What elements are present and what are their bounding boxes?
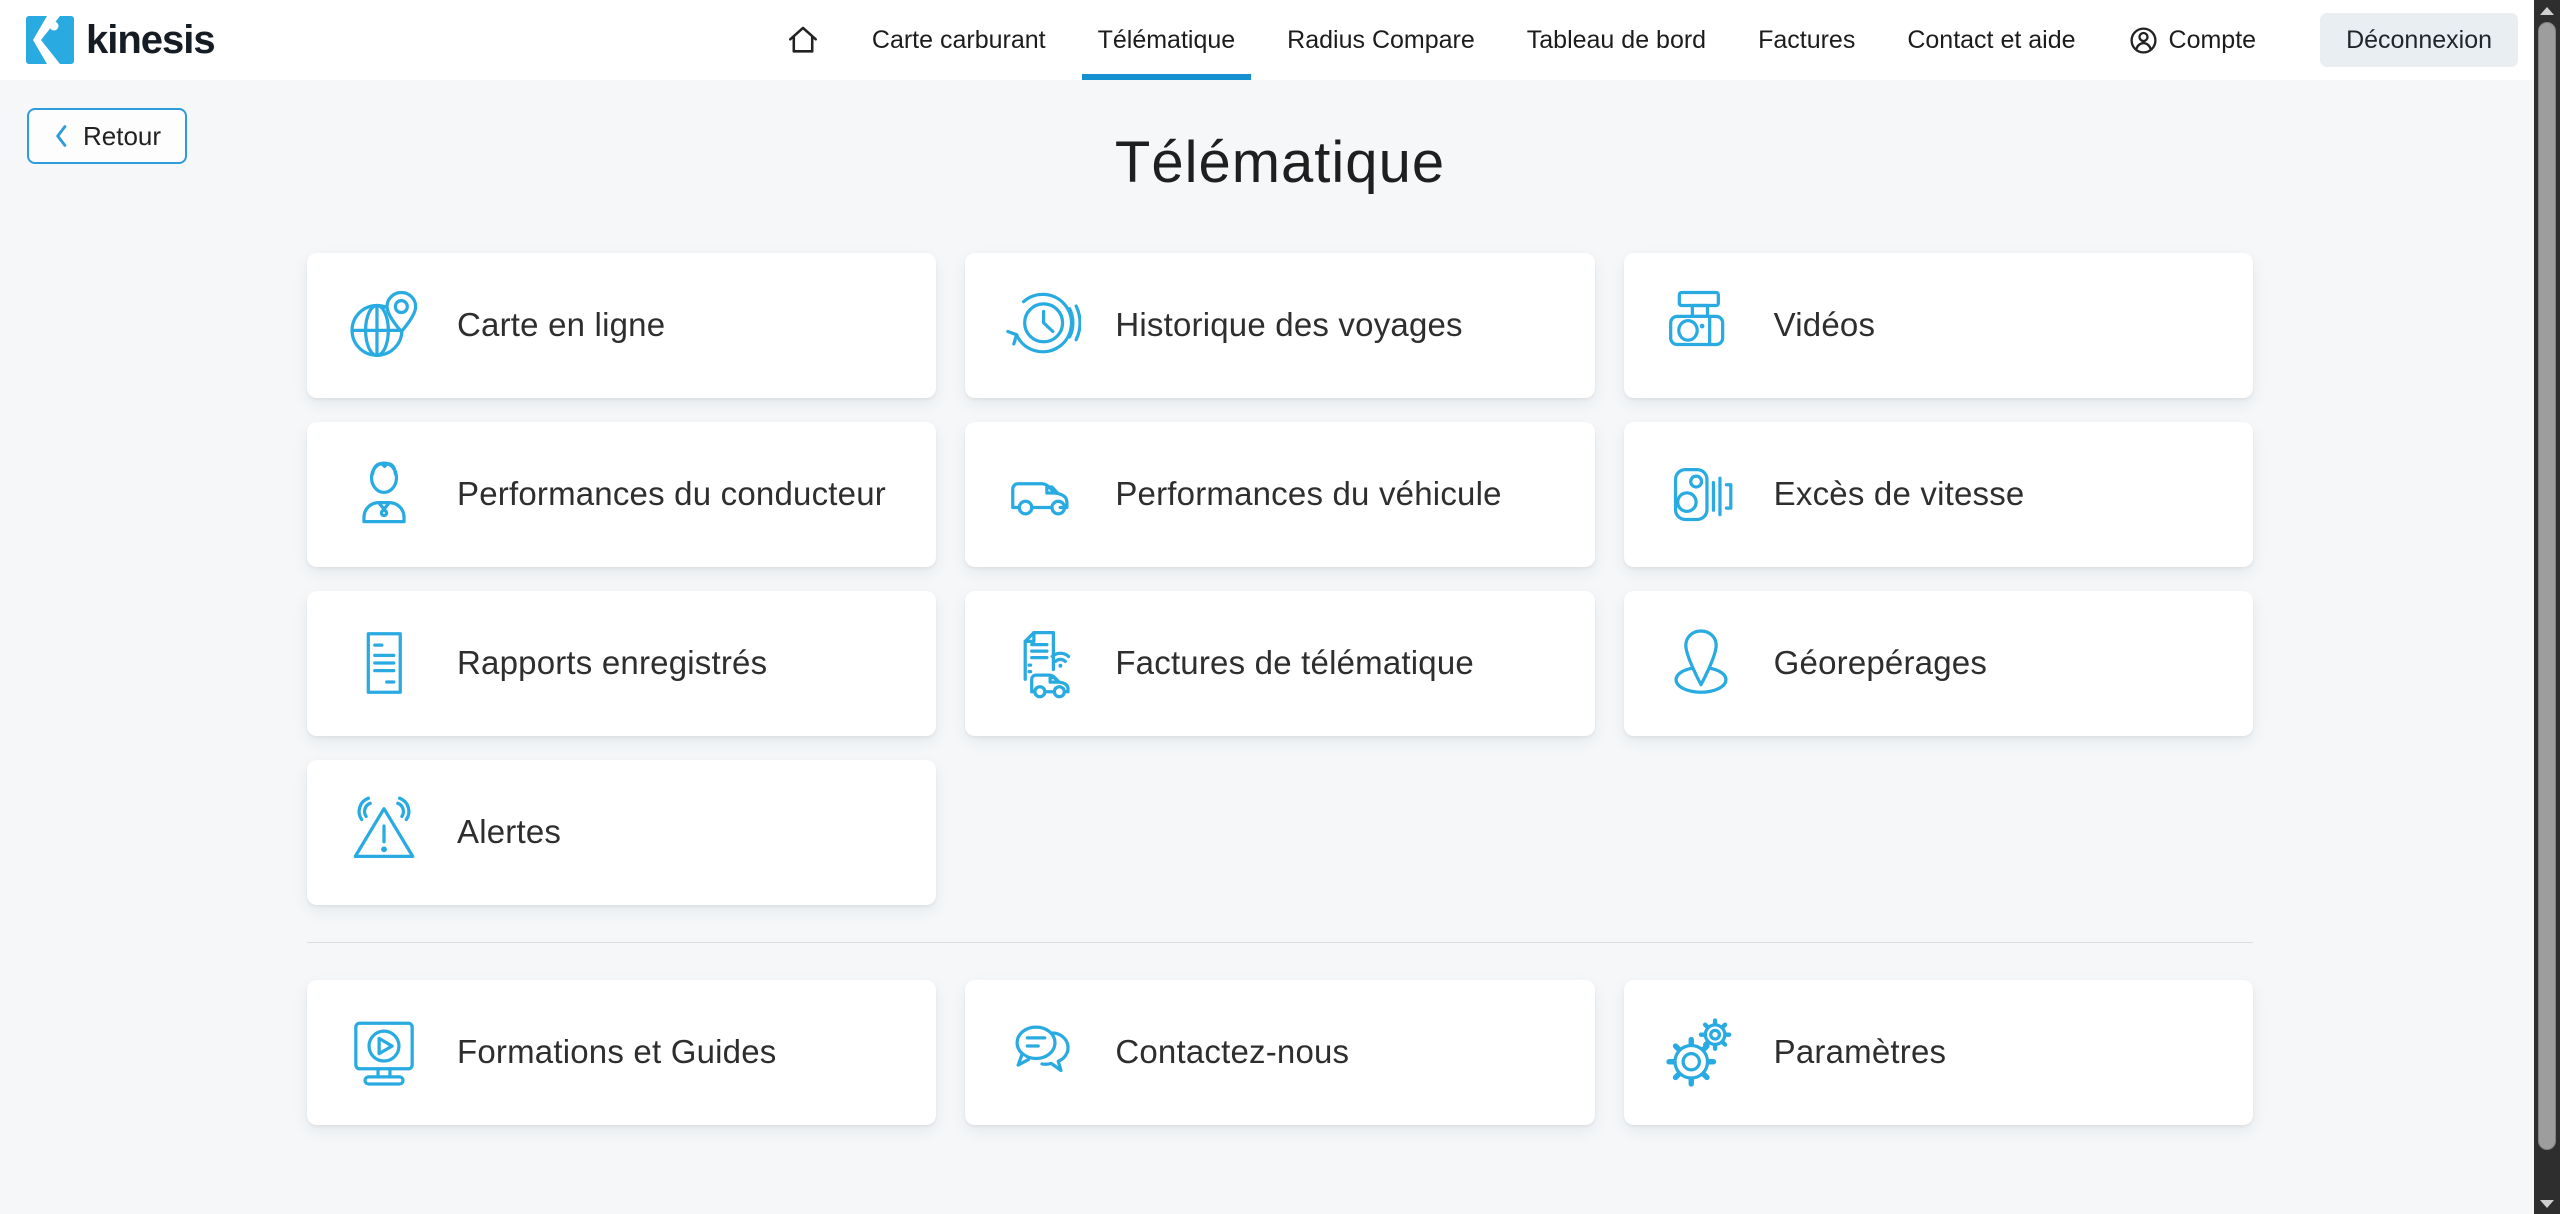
nav-label: Factures bbox=[1758, 26, 1855, 55]
tile-grid-secondary: Formations et Guides Contactez-nous bbox=[307, 980, 2253, 1125]
tile-label: Formations et Guides bbox=[457, 1033, 776, 1071]
tile-label: Excès de vitesse bbox=[1774, 475, 2025, 513]
nav-label: Tableau de bord bbox=[1527, 26, 1706, 55]
speed-camera-icon bbox=[1662, 455, 1740, 533]
tile-parametres[interactable]: Paramètres bbox=[1624, 980, 2253, 1125]
nav-label: Télématique bbox=[1098, 26, 1236, 55]
tile-performances-du-conducteur[interactable]: Performances du conducteur bbox=[307, 422, 936, 567]
tile-label: Rapports enregistrés bbox=[457, 644, 767, 682]
account-icon bbox=[2128, 25, 2159, 56]
scrollbar-thumb[interactable] bbox=[2538, 22, 2556, 1150]
scroll-up-arrow-icon[interactable] bbox=[2540, 7, 2554, 15]
nav-item-telematique[interactable]: Télématique bbox=[1098, 0, 1236, 80]
kinesis-logo-icon bbox=[26, 16, 74, 64]
tile-contactez-nous[interactable]: Contactez-nous bbox=[965, 980, 1594, 1125]
back-label: Retour bbox=[83, 121, 161, 152]
back-button[interactable]: Retour bbox=[27, 108, 187, 164]
tile-label: Performances du conducteur bbox=[457, 475, 886, 513]
tile-videos[interactable]: Vidéos bbox=[1624, 253, 2253, 398]
van-icon bbox=[1003, 455, 1081, 533]
tile-label: Historique des voyages bbox=[1115, 306, 1462, 344]
tile-label: Géorepérages bbox=[1774, 644, 1987, 682]
account-label: Compte bbox=[2169, 26, 2257, 55]
telematics-page: Retour Télématique Carte en ligne bbox=[0, 80, 2560, 1214]
telematics-invoice-icon bbox=[1003, 624, 1081, 702]
tile-label: Carte en ligne bbox=[457, 306, 665, 344]
vertical-scrollbar[interactable] bbox=[2534, 0, 2560, 1214]
nav-item-radius-compare[interactable]: Radius Compare bbox=[1287, 0, 1475, 80]
tile-label: Alertes bbox=[457, 813, 561, 851]
home-icon bbox=[786, 23, 820, 57]
saved-report-icon bbox=[345, 624, 423, 702]
driver-icon bbox=[345, 455, 423, 533]
nav-label: Contact et aide bbox=[1907, 26, 2075, 55]
logout-button[interactable]: Déconnexion bbox=[2320, 13, 2518, 67]
home-link[interactable] bbox=[786, 0, 820, 80]
trip-history-icon bbox=[1003, 286, 1081, 364]
tile-carte-en-ligne[interactable]: Carte en ligne bbox=[307, 253, 936, 398]
tile-georeperages[interactable]: Géorepérages bbox=[1624, 591, 2253, 736]
globe-pin-icon bbox=[345, 286, 423, 364]
tile-label: Vidéos bbox=[1774, 306, 1876, 344]
account-link[interactable]: Compte bbox=[2128, 0, 2257, 80]
scroll-down-arrow-icon[interactable] bbox=[2540, 1200, 2554, 1208]
chevron-left-icon bbox=[53, 122, 70, 150]
tile-historique-des-voyages[interactable]: Historique des voyages bbox=[965, 253, 1594, 398]
brand-logo[interactable]: kinesis bbox=[26, 16, 215, 64]
nav-item-carte-carburant[interactable]: Carte carburant bbox=[872, 0, 1046, 80]
tile-grid-main: Carte en ligne Historique des voyages bbox=[307, 253, 2253, 905]
tile-formations-et-guides[interactable]: Formations et Guides bbox=[307, 980, 936, 1125]
nav-label: Radius Compare bbox=[1287, 26, 1475, 55]
brand-name: kinesis bbox=[86, 18, 215, 63]
top-header: kinesis Carte carburant Télématique Radi… bbox=[0, 0, 2560, 80]
nav-item-tableau-de-bord[interactable]: Tableau de bord bbox=[1527, 0, 1706, 80]
settings-icon bbox=[1662, 1013, 1740, 1091]
main-nav: Carte carburant Télématique Radius Compa… bbox=[786, 0, 2518, 80]
tile-label: Factures de télématique bbox=[1115, 644, 1474, 682]
tile-label: Performances du véhicule bbox=[1115, 475, 1501, 513]
tile-label: Paramètres bbox=[1774, 1033, 1947, 1071]
dashcam-icon bbox=[1662, 286, 1740, 364]
training-icon bbox=[345, 1013, 423, 1091]
page-title: Télématique bbox=[0, 80, 2560, 197]
alert-icon bbox=[345, 793, 423, 871]
nav-item-contact-et-aide[interactable]: Contact et aide bbox=[1907, 0, 2075, 80]
section-divider bbox=[307, 942, 2253, 943]
chat-icon bbox=[1003, 1013, 1081, 1091]
tile-label: Contactez-nous bbox=[1115, 1033, 1349, 1071]
nav-item-factures[interactable]: Factures bbox=[1758, 0, 1855, 80]
tile-rapports-enregistres[interactable]: Rapports enregistrés bbox=[307, 591, 936, 736]
nav-label: Carte carburant bbox=[872, 26, 1046, 55]
geofence-icon bbox=[1662, 624, 1740, 702]
tile-performances-du-vehicule[interactable]: Performances du véhicule bbox=[965, 422, 1594, 567]
tile-alertes[interactable]: Alertes bbox=[307, 760, 936, 905]
tile-factures-de-telematique[interactable]: Factures de télématique bbox=[965, 591, 1594, 736]
tile-exces-de-vitesse[interactable]: Excès de vitesse bbox=[1624, 422, 2253, 567]
